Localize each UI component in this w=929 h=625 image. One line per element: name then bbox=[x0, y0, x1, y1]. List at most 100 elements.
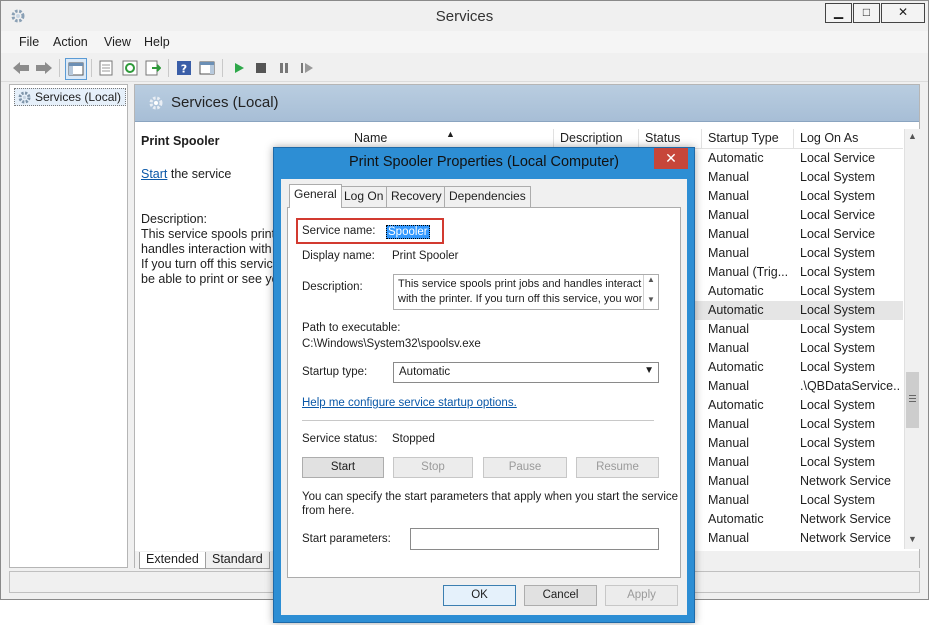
general-tab-panel: Service name: Spooler Display name: Prin… bbox=[287, 207, 681, 578]
column-header-log-on-as[interactable]: Log On As bbox=[794, 129, 903, 149]
start-service-link[interactable]: Start bbox=[141, 167, 167, 181]
menu-action[interactable]: Action bbox=[53, 35, 88, 49]
startup-type-value: Automatic bbox=[399, 366, 451, 378]
resume-button[interactable]: Resume bbox=[576, 457, 659, 478]
startup-type-select[interactable]: Automatic ▼ bbox=[393, 362, 659, 383]
log-on-as-cell: Local System bbox=[800, 398, 876, 412]
tab-dependencies[interactable]: Dependencies bbox=[444, 186, 531, 207]
description-box[interactable]: This service spools print jobs and handl… bbox=[393, 274, 659, 310]
menu-view[interactable]: View bbox=[104, 35, 131, 49]
startup-type-cell: Manual bbox=[708, 208, 749, 222]
description-line: handles interaction with t bbox=[141, 242, 279, 256]
start-params-hint: from here. bbox=[302, 505, 355, 517]
start-service-line: Start the service bbox=[141, 167, 231, 181]
log-on-as-cell: Local Service bbox=[800, 151, 876, 165]
show-hide-console-tree-icon[interactable] bbox=[65, 58, 87, 80]
ok-button[interactable]: OK bbox=[443, 585, 516, 606]
pause-icon[interactable] bbox=[274, 58, 294, 78]
console-tree: Services (Local) bbox=[9, 84, 128, 568]
refresh-icon[interactable] bbox=[120, 58, 140, 78]
startup-type-cell: Manual bbox=[708, 227, 749, 241]
tree-item-label: Services (Local) bbox=[35, 90, 122, 104]
column-header-description[interactable]: Description bbox=[554, 129, 639, 149]
apply-button[interactable]: Apply bbox=[605, 585, 678, 606]
menu-file[interactable]: File bbox=[19, 35, 39, 49]
tree-item-services-local[interactable]: Services (Local) bbox=[14, 88, 127, 106]
column-header-startup-type[interactable]: Startup Type bbox=[702, 129, 794, 149]
tab-standard[interactable]: Standard bbox=[205, 552, 270, 569]
startup-type-cell: Automatic bbox=[708, 398, 764, 412]
back-arrow-icon[interactable] bbox=[11, 58, 31, 78]
log-on-as-cell: Local System bbox=[800, 170, 876, 184]
restart-icon[interactable] bbox=[297, 58, 317, 78]
toolbar-separator bbox=[168, 59, 169, 77]
description-line: be able to print or see you bbox=[141, 272, 286, 286]
export-list-icon[interactable] bbox=[143, 58, 163, 78]
window-title: Services bbox=[435, 8, 494, 25]
minimize-button[interactable]: ▁ bbox=[825, 3, 852, 23]
cancel-button[interactable]: Cancel bbox=[524, 585, 597, 606]
tab-recovery[interactable]: Recovery bbox=[386, 186, 447, 207]
content-header-title: Services (Local) bbox=[171, 94, 279, 111]
forward-arrow-icon[interactable] bbox=[34, 58, 54, 78]
dialog-close-button[interactable]: ✕ bbox=[654, 148, 688, 169]
scroll-down-arrow-icon[interactable]: ▼ bbox=[647, 295, 655, 304]
scrollbar-thumb[interactable] bbox=[906, 372, 919, 428]
properties-icon[interactable] bbox=[96, 58, 116, 78]
display-name-value[interactable]: Print Spooler bbox=[392, 250, 458, 262]
log-on-as-cell: Local System bbox=[800, 189, 876, 203]
scroll-up-arrow-icon[interactable]: ▲ bbox=[647, 275, 655, 284]
scroll-down-arrow-icon[interactable]: ▼ bbox=[908, 534, 917, 544]
service-status-value: Stopped bbox=[392, 433, 435, 445]
startup-type-cell: Manual bbox=[708, 246, 749, 260]
log-on-as-cell: Local System bbox=[800, 341, 876, 355]
help-configure-link[interactable]: Help me configure service startup option… bbox=[302, 397, 517, 409]
log-on-as-cell: Network Service bbox=[800, 512, 891, 526]
service-name-label: Service name: bbox=[302, 225, 376, 237]
log-on-as-cell: Local System bbox=[800, 284, 876, 298]
help-icon[interactable]: ? bbox=[174, 58, 194, 78]
startup-type-cell: Manual bbox=[708, 474, 749, 488]
log-on-as-cell: Network Service bbox=[800, 474, 891, 488]
startup-type-cell: Manual bbox=[708, 417, 749, 431]
start-params-input[interactable] bbox=[410, 528, 659, 550]
title-bar[interactable]: Services ▁ □ ✕ bbox=[1, 1, 928, 31]
tab-general[interactable]: General bbox=[289, 184, 342, 208]
scroll-up-arrow-icon[interactable]: ▲ bbox=[908, 131, 917, 141]
selected-service-title: Print Spooler bbox=[141, 134, 220, 148]
column-header-name[interactable]: Name ▲ bbox=[348, 129, 554, 149]
toolbar-separator bbox=[59, 59, 60, 77]
tab-extended[interactable]: Extended bbox=[139, 552, 206, 569]
column-header-status[interactable]: Status bbox=[639, 129, 702, 149]
startup-type-label: Startup type: bbox=[302, 366, 368, 378]
menu-help[interactable]: Help bbox=[144, 35, 170, 49]
log-on-as-cell: Local System bbox=[800, 246, 876, 260]
log-on-as-cell: Local System bbox=[800, 493, 876, 507]
content-header: Services (Local) bbox=[135, 85, 919, 122]
list-vertical-scrollbar[interactable]: ▲ ▼ bbox=[904, 129, 920, 549]
close-button[interactable]: ✕ bbox=[881, 3, 925, 23]
play-icon[interactable] bbox=[229, 58, 249, 78]
startup-type-cell: Manual bbox=[708, 455, 749, 469]
display-name-label: Display name: bbox=[302, 250, 375, 262]
service-name-value[interactable]: Spooler bbox=[386, 225, 430, 239]
maximize-button[interactable]: □ bbox=[853, 3, 880, 23]
startup-type-cell: Manual bbox=[708, 436, 749, 450]
path-value[interactable]: C:\Windows\System32\spoolsv.exe bbox=[302, 338, 481, 350]
description-scrollbar[interactable]: ▲ ▼ bbox=[643, 275, 658, 309]
start-button[interactable]: Start bbox=[302, 457, 384, 478]
divider bbox=[302, 420, 654, 421]
tab-log-on[interactable]: Log On bbox=[339, 186, 389, 207]
log-on-as-cell: Local System bbox=[800, 322, 876, 336]
show-action-pane-icon[interactable] bbox=[197, 58, 217, 78]
startup-type-cell: Manual bbox=[708, 379, 749, 393]
log-on-as-cell: Local Service bbox=[800, 208, 876, 222]
startup-type-cell: Manual bbox=[708, 170, 749, 184]
start-params-label: Start parameters: bbox=[302, 533, 391, 545]
stop-icon[interactable] bbox=[251, 58, 271, 78]
pause-button[interactable]: Pause bbox=[483, 457, 567, 478]
stop-button[interactable]: Stop bbox=[393, 457, 473, 478]
start-service-suffix: the service bbox=[167, 167, 232, 181]
startup-type-cell: Manual bbox=[708, 341, 749, 355]
start-params-hint: You can specify the start parameters tha… bbox=[302, 491, 679, 503]
